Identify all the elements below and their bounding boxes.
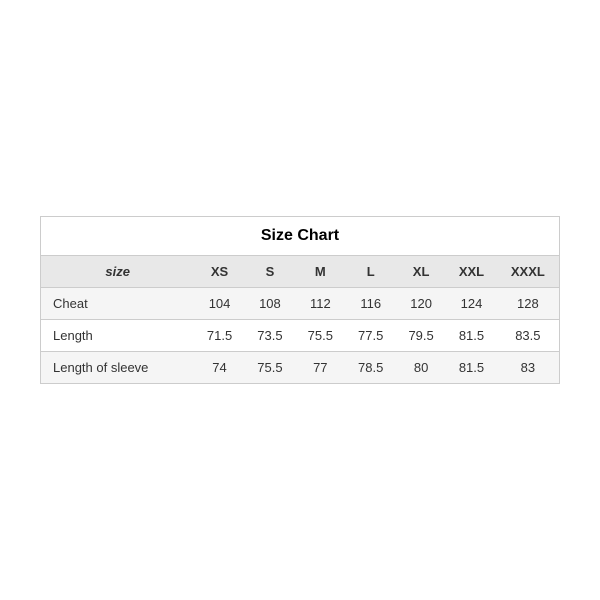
header-row: size XS S M L XL XXL XXXL	[41, 256, 560, 288]
row-cheat-xxxl: 128	[497, 288, 560, 320]
row-length-xxxl: 83.5	[497, 320, 560, 352]
row-length-xl: 79.5	[396, 320, 446, 352]
row-cheat-m: 112	[295, 288, 345, 320]
header-size: size	[41, 256, 195, 288]
header-xl: XL	[396, 256, 446, 288]
row-sleeve-xxl: 81.5	[446, 352, 496, 384]
table-row: Length 71.5 73.5 75.5 77.5 79.5 81.5 83.…	[41, 320, 560, 352]
row-cheat-s: 108	[245, 288, 295, 320]
header-l: L	[346, 256, 396, 288]
table-row: Length of sleeve 74 75.5 77 78.5 80 81.5…	[41, 352, 560, 384]
row-cheat-xs: 104	[194, 288, 244, 320]
row-sleeve-xs: 74	[194, 352, 244, 384]
row-length-xs: 71.5	[194, 320, 244, 352]
title-row: Size Chart	[41, 217, 560, 256]
row-length-label: Length	[41, 320, 195, 352]
header-s: S	[245, 256, 295, 288]
table-title: Size Chart	[41, 217, 560, 256]
header-xxl: XXL	[446, 256, 496, 288]
row-sleeve-s: 75.5	[245, 352, 295, 384]
row-cheat-xxl: 124	[446, 288, 496, 320]
header-xxxl: XXXL	[497, 256, 560, 288]
size-chart-container: Size Chart size XS S M L XL XXL XXXL Che…	[40, 216, 560, 384]
size-chart-table: Size Chart size XS S M L XL XXL XXXL Che…	[40, 216, 560, 384]
row-length-s: 73.5	[245, 320, 295, 352]
row-sleeve-xxxl: 83	[497, 352, 560, 384]
row-cheat-label: Cheat	[41, 288, 195, 320]
row-length-l: 77.5	[346, 320, 396, 352]
row-sleeve-label: Length of sleeve	[41, 352, 195, 384]
row-cheat-l: 116	[346, 288, 396, 320]
row-length-xxl: 81.5	[446, 320, 496, 352]
row-length-m: 75.5	[295, 320, 345, 352]
row-sleeve-l: 78.5	[346, 352, 396, 384]
row-sleeve-m: 77	[295, 352, 345, 384]
row-sleeve-xl: 80	[396, 352, 446, 384]
row-cheat-xl: 120	[396, 288, 446, 320]
header-xs: XS	[194, 256, 244, 288]
table-row: Cheat 104 108 112 116 120 124 128	[41, 288, 560, 320]
header-m: M	[295, 256, 345, 288]
